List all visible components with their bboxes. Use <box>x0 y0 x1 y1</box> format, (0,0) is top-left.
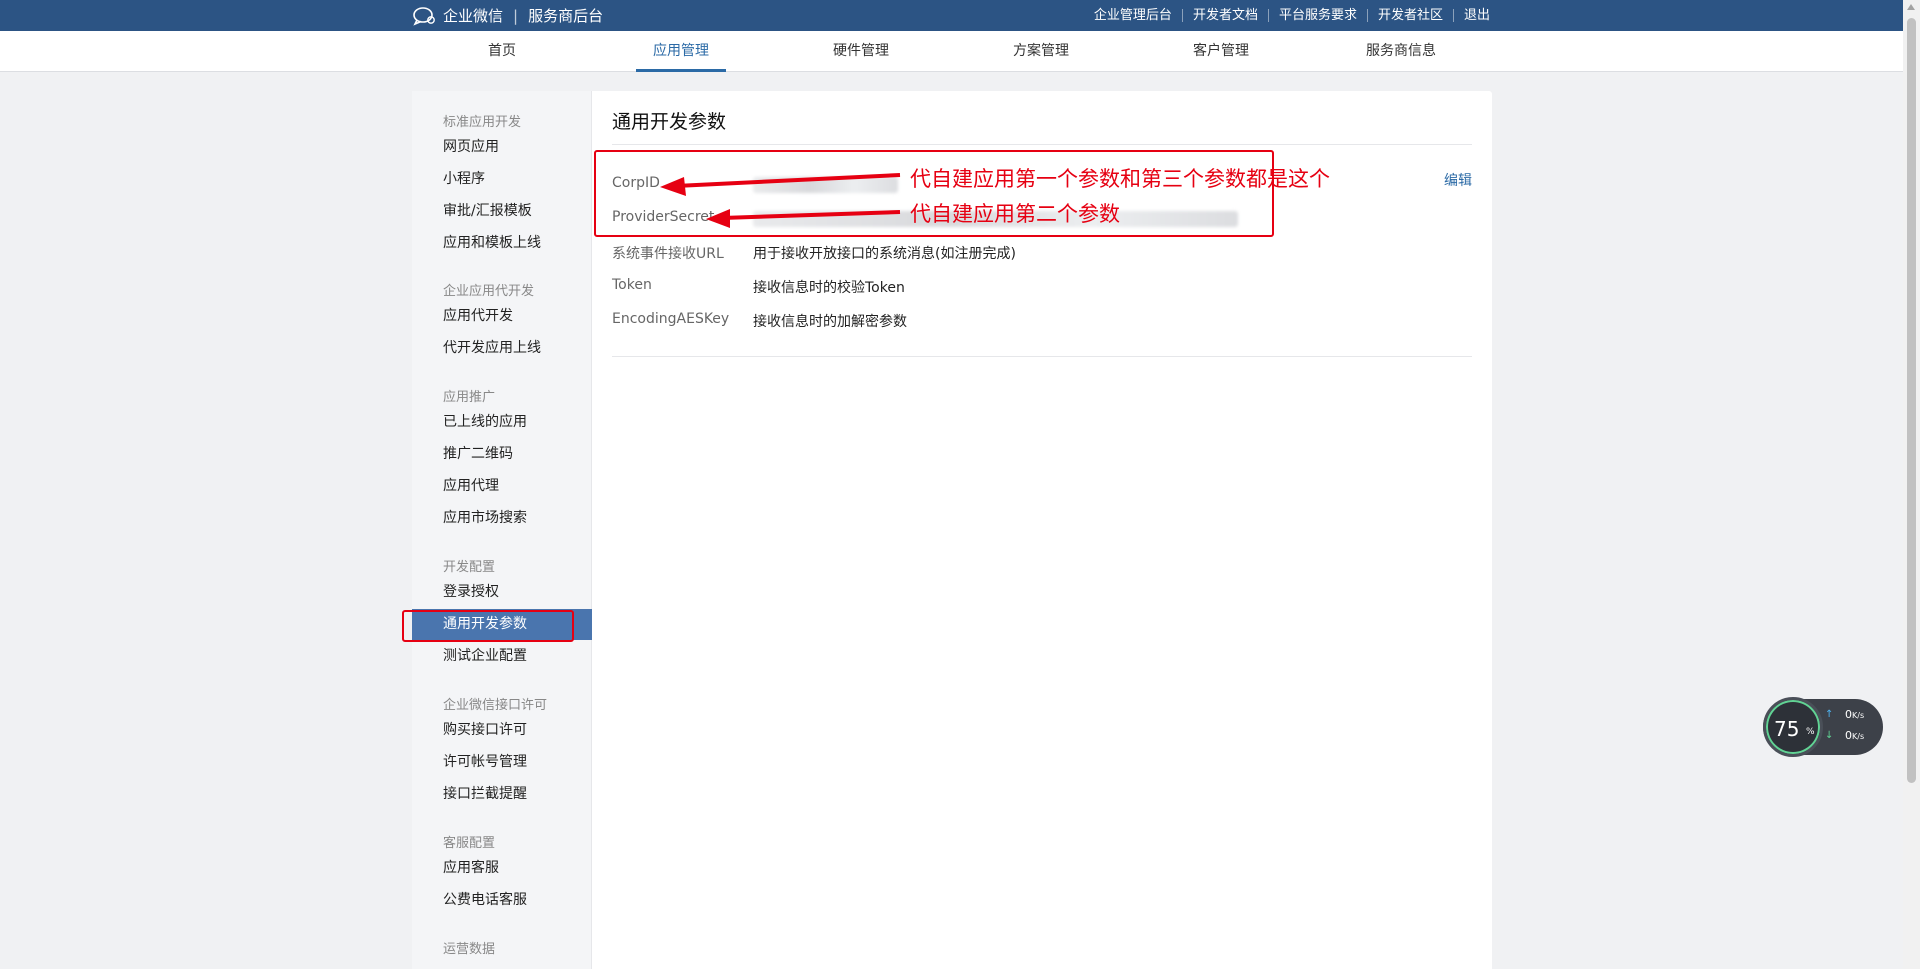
top-link-requirements[interactable]: 平台服务要求 <box>1267 9 1367 22</box>
sidebar-item-approval-template[interactable]: 审批/汇报模板 <box>412 196 592 227</box>
sidebar-item-custom-dev[interactable]: 应用代开发 <box>412 301 592 332</box>
sidebar-item-web-app[interactable]: 网页应用 <box>412 132 592 163</box>
sidebar-item-app-service[interactable]: 应用客服 <box>412 853 592 884</box>
sidebar-group-dev-config: 开发配置 <box>443 560 496 575</box>
gauge-percent: 75 <box>1774 717 1800 741</box>
gauge-percent-sign: % <box>1806 727 1815 737</box>
sidebar-item-login-auth[interactable]: 登录授权 <box>412 577 592 608</box>
sidebar-item-test-corp[interactable]: 测试企业配置 <box>412 641 592 672</box>
param-label-aeskey: EncodingAESKey <box>612 311 730 327</box>
top-link-community[interactable]: 开发者社区 <box>1366 9 1453 22</box>
top-bar: 企业微信 | 服务商后台 企业管理后台 开发者文档 平台服务要求 开发者社区 退… <box>0 0 1903 31</box>
nav-app-management[interactable]: 应用管理 <box>636 31 726 72</box>
annotation-box-sidebar <box>402 610 574 642</box>
sidebar-item-app-agent[interactable]: 应用代理 <box>412 471 592 502</box>
param-value-aeskey: 接收信息时的加解密参数 <box>753 314 907 330</box>
sidebar-group-operations: 运营数据 <box>443 942 496 957</box>
memory-gauge[interactable]: 75 % <box>1763 697 1823 757</box>
nav-customer-management[interactable]: 客户管理 <box>1176 31 1266 72</box>
sidebar-group-license: 企业微信接口许可 <box>443 698 548 713</box>
top-link-docs[interactable]: 开发者文档 <box>1181 9 1268 22</box>
top-links: 企业管理后台 开发者文档 平台服务要求 开发者社区 退出 <box>1084 0 1490 31</box>
param-label-token: Token <box>612 277 652 293</box>
param-value-event-url: 用于接收开放接口的系统消息(如注册完成) <box>753 246 1016 262</box>
upload-speed: 0K/s <box>1845 708 1865 721</box>
sidebar-item-promo-qrcode[interactable]: 推广二维码 <box>412 439 592 470</box>
divider <box>612 144 1472 145</box>
sidebar-item-mini-program[interactable]: 小程序 <box>412 164 592 195</box>
vertical-scrollbar[interactable] <box>1903 0 1920 969</box>
top-link-logout[interactable]: 退出 <box>1452 9 1490 22</box>
nav-hardware-management[interactable]: 硬件管理 <box>816 31 906 72</box>
sidebar-group-customer-service: 客服配置 <box>443 836 496 851</box>
brand-separator: | <box>513 6 519 25</box>
brand[interactable]: 企业微信 | 服务商后台 <box>412 0 603 31</box>
annotation-note-1: 代自建应用第一个参数和第三个参数都是这个 <box>910 167 1330 191</box>
upload-arrow-icon: ↑ <box>1825 709 1834 720</box>
nav-home[interactable]: 首页 <box>457 31 547 72</box>
download-speed: 0K/s <box>1845 729 1865 742</box>
param-value-token: 接收信息时的校验Token <box>753 280 905 296</box>
sidebar-item-phone-service[interactable]: 公费电话客服 <box>412 885 592 916</box>
top-link-admin[interactable]: 企业管理后台 <box>1084 9 1182 22</box>
sidebar-group-promotion: 应用推广 <box>443 390 496 405</box>
sidebar-item-license-accounts[interactable]: 许可帐号管理 <box>412 747 592 778</box>
edit-link[interactable]: 编辑 <box>1444 170 1472 190</box>
annotation-note-2: 代自建应用第二个参数 <box>910 202 1120 226</box>
sidebar-item-launched-apps[interactable]: 已上线的应用 <box>412 407 592 438</box>
sidebar-item-buy-license[interactable]: 购买接口许可 <box>412 715 592 746</box>
page-title: 通用开发参数 <box>612 111 727 133</box>
main-nav: 首页 应用管理 硬件管理 方案管理 客户管理 服务商信息 <box>0 31 1903 72</box>
sidebar-item-intercept-alert[interactable]: 接口拦截提醒 <box>412 779 592 810</box>
param-label-event-url: 系统事件接收URL <box>612 246 724 262</box>
scroll-up-arrow-icon[interactable] <box>1907 4 1915 10</box>
nav-solution-management[interactable]: 方案管理 <box>996 31 1086 72</box>
sidebar-item-custom-dev-launch[interactable]: 代开发应用上线 <box>412 333 592 364</box>
brand-subtitle: 服务商后台 <box>528 7 604 25</box>
sidebar-item-market-search[interactable]: 应用市场搜索 <box>412 503 592 534</box>
sidebar-item-app-launch[interactable]: 应用和模板上线 <box>412 228 592 259</box>
sidebar-group-standard-dev: 标准应用开发 <box>443 115 522 130</box>
wecom-logo-icon <box>413 6 435 26</box>
scroll-thumb[interactable] <box>1907 18 1916 783</box>
divider <box>612 356 1472 357</box>
sidebar: 标准应用开发 网页应用 小程序 审批/汇报模板 应用和模板上线 企业应用代开发 … <box>412 91 592 969</box>
nav-provider-info[interactable]: 服务商信息 <box>1356 31 1446 72</box>
sidebar-group-custom-dev: 企业应用代开发 <box>443 284 535 299</box>
brand-name: 企业微信 <box>443 7 504 25</box>
download-arrow-icon: ↓ <box>1825 730 1834 741</box>
